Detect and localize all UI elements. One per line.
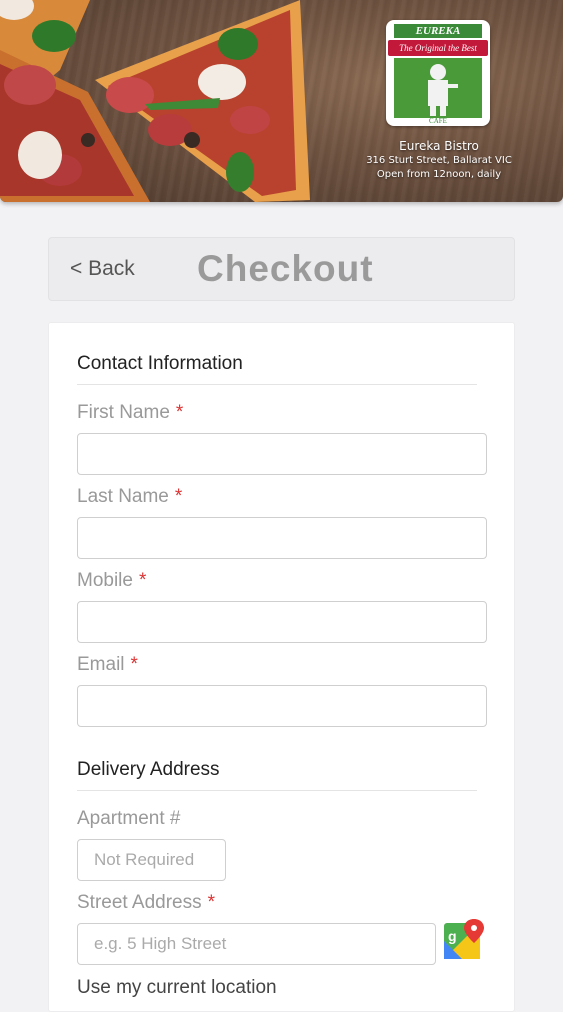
- mobile-input[interactable]: [77, 601, 487, 643]
- bistro-name: Eureka Bistro: [399, 139, 479, 153]
- eureka-logo: EUREKA The Original the Best CAFÉ: [386, 20, 490, 126]
- required-marker: *: [174, 486, 183, 507]
- header-banner: EUREKA The Original the Best CAFÉ Eureka…: [0, 0, 563, 202]
- back-button[interactable]: < Back: [70, 257, 135, 281]
- required-marker: *: [138, 570, 147, 591]
- required-marker: *: [175, 402, 184, 423]
- logo-figure: [394, 58, 482, 118]
- email-label: Email *: [77, 654, 138, 676]
- street-address-label: Street Address *: [77, 892, 215, 914]
- checkout-form: Contact Information First Name * Last Nam…: [48, 322, 515, 1012]
- last-name-label: Last Name *: [77, 486, 182, 508]
- apartment-input[interactable]: [77, 839, 226, 881]
- mobile-label: Mobile *: [77, 570, 146, 592]
- bistro-info: Eureka Bistro 316 Sturt Street, Ballarat…: [352, 138, 526, 182]
- bistro-hours: Open from 12noon, daily: [376, 169, 502, 180]
- last-name-label-text: Last Name: [77, 486, 169, 507]
- first-name-label: First Name *: [77, 402, 183, 424]
- pizza-image: [0, 0, 310, 202]
- chef-figure-icon: [428, 64, 458, 116]
- required-marker: *: [130, 654, 138, 675]
- svg-text:g: g: [448, 928, 457, 944]
- first-name-input[interactable]: [77, 433, 487, 475]
- mobile-label-text: Mobile: [77, 570, 133, 591]
- apartment-label: Apartment #: [77, 808, 181, 829]
- logo-bottom-text: CAFÉ: [429, 117, 447, 125]
- street-address-input[interactable]: [77, 923, 436, 965]
- last-name-input[interactable]: [77, 517, 487, 559]
- street-address-label-text: Street Address: [77, 892, 202, 913]
- delivery-section-title: Delivery Address: [77, 759, 220, 780]
- contact-section-divider: [77, 384, 477, 385]
- use-current-location-link[interactable]: Use my current location: [77, 977, 277, 999]
- email-label-text: Email: [77, 654, 125, 675]
- delivery-section-divider: [77, 790, 477, 791]
- required-marker: *: [207, 892, 216, 913]
- email-input[interactable]: [77, 685, 487, 727]
- google-maps-icon[interactable]: g: [444, 919, 484, 961]
- logo-ribbon-text: The Original the Best: [388, 40, 488, 56]
- page-title: Checkout: [197, 248, 374, 289]
- first-name-label-text: First Name: [77, 402, 170, 423]
- checkout-title-bar: < Back Checkout: [48, 237, 515, 301]
- logo-top-text: EUREKA: [394, 24, 482, 38]
- bistro-address: 316 Sturt Street, Ballarat VIC: [366, 155, 512, 166]
- contact-section-title: Contact Information: [77, 353, 243, 374]
